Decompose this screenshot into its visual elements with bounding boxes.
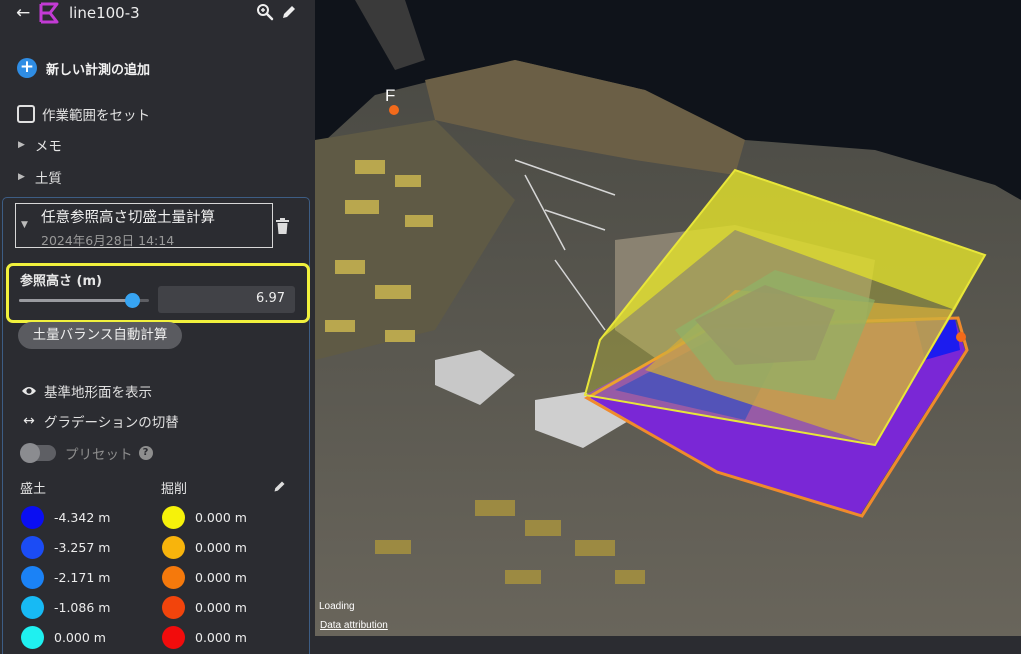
soil-section-toggle[interactable]: ▶ 土質	[17, 167, 62, 187]
color-swatch	[162, 626, 185, 649]
legend-value: 0.000 m	[195, 570, 247, 585]
reference-height-input[interactable]: 6.97	[158, 286, 295, 313]
point-label: F	[385, 86, 396, 105]
work-area-label: 作業範囲をセット	[42, 108, 150, 124]
help-icon[interactable]: ?	[138, 446, 153, 460]
legend-value: 0.000 m	[54, 630, 106, 645]
work-area-checkbox[interactable]: 作業範囲をセット	[17, 104, 150, 124]
sidebar: ← line100-3 + 新しい計測の追加 作業範囲をセット ▶ メモ ▶ 土…	[0, 0, 315, 654]
triangle-right-icon: ▶	[18, 140, 25, 150]
data-attribution-link[interactable]: Data attribution	[320, 620, 388, 631]
search-zoom-icon[interactable]	[256, 3, 274, 21]
plus-circle-icon: +	[17, 58, 37, 78]
triangle-right-icon: ▶	[18, 172, 25, 182]
toggle-knob	[20, 443, 40, 463]
checkbox-icon	[17, 105, 35, 123]
legend-value: 0.000 m	[195, 600, 247, 615]
fill-legend-item: -1.086 m	[21, 596, 110, 619]
measure-point-marker[interactable]	[956, 332, 966, 342]
color-swatch	[21, 536, 44, 559]
color-swatch	[162, 536, 185, 559]
legend-value: 0.000 m	[195, 630, 247, 645]
trash-icon[interactable]	[276, 218, 289, 234]
preset-toggle[interactable]	[20, 443, 56, 463]
memo-label: メモ	[34, 139, 62, 155]
preset-label: プリセット	[65, 447, 133, 463]
memo-section-toggle[interactable]: ▶ メモ	[17, 135, 62, 155]
cut-header: 掘削	[161, 482, 188, 497]
fill-legend-item: -2.171 m	[21, 566, 110, 589]
cut-legend-item: 0.000 m	[162, 566, 247, 589]
show-base-surface-label: 基準地形面を表示	[44, 385, 152, 401]
app-logo-icon	[39, 2, 59, 24]
auto-balance-button[interactable]: 土量バランス自動計算	[18, 322, 182, 349]
calculation-title: 任意参照高さ切盛土量計算	[41, 210, 215, 226]
project-title: line100-3	[69, 4, 140, 22]
calculation-header[interactable]: ▼ 任意参照高さ切盛土量計算 2024年6月28日 14:14	[15, 203, 273, 248]
swap-horizontal-icon: ↔	[23, 413, 35, 429]
color-swatch	[162, 566, 185, 589]
header-bar: ← line100-3	[0, 0, 315, 26]
slider-fill	[19, 299, 133, 302]
legend-value: 0.000 m	[195, 510, 247, 525]
loading-status: Loading	[319, 601, 355, 612]
bottom-toolbar	[315, 636, 1021, 654]
slider-thumb[interactable]	[125, 293, 141, 308]
legend-value: -4.342 m	[54, 510, 111, 525]
reference-height-box: 参照高さ (m) 6.97	[6, 263, 310, 323]
measure-point-marker[interactable]	[389, 105, 399, 115]
add-measurement-button[interactable]: + 新しい計測の追加	[17, 58, 150, 78]
color-swatch	[21, 596, 44, 619]
legend-value: -1.086 m	[54, 600, 111, 615]
color-swatch	[162, 506, 185, 529]
point-cloud-map-view[interactable]: F Loading Data attribution	[315, 0, 1021, 654]
toggle-gradation-label: グラデーションの切替	[44, 415, 179, 431]
edit-legend-icon[interactable]	[272, 479, 287, 494]
fill-legend-item: -4.342 m	[21, 506, 110, 529]
cut-legend-item: 0.000 m	[162, 506, 247, 529]
point-cloud-canvas[interactable]	[315, 0, 1021, 654]
legend-value: -2.171 m	[54, 570, 111, 585]
fill-legend-item: -3.257 m	[21, 536, 110, 559]
reference-height-label: 参照高さ (m)	[20, 274, 102, 289]
reference-height-slider[interactable]	[19, 293, 149, 308]
fill-legend-item: 0.000 m	[21, 626, 106, 649]
cut-legend-item: 0.000 m	[162, 536, 247, 559]
calculation-date: 2024年6月28日 14:14	[41, 233, 175, 248]
cut-legend-item: 0.000 m	[162, 626, 247, 649]
color-swatch	[21, 506, 44, 529]
add-measurement-label: 新しい計測の追加	[46, 62, 151, 78]
fill-header: 盛土	[20, 482, 47, 497]
legend-value: -3.257 m	[54, 540, 111, 555]
legend-value: 0.000 m	[195, 540, 247, 555]
triangle-down-icon[interactable]: ▼	[21, 220, 28, 230]
soil-label: 土質	[34, 171, 62, 187]
toggle-gradation-button[interactable]: ↔ グラデーションの切替	[21, 411, 179, 431]
eye-icon	[22, 387, 36, 395]
color-swatch	[21, 566, 44, 589]
preset-row: プリセット ?	[20, 443, 153, 463]
pencil-icon[interactable]	[280, 3, 298, 21]
color-swatch	[21, 626, 44, 649]
arrow-left-icon[interactable]: ←	[16, 3, 30, 23]
color-swatch	[162, 596, 185, 619]
cut-legend-item: 0.000 m	[162, 596, 247, 619]
show-base-surface-toggle[interactable]: 基準地形面を表示	[21, 381, 152, 401]
